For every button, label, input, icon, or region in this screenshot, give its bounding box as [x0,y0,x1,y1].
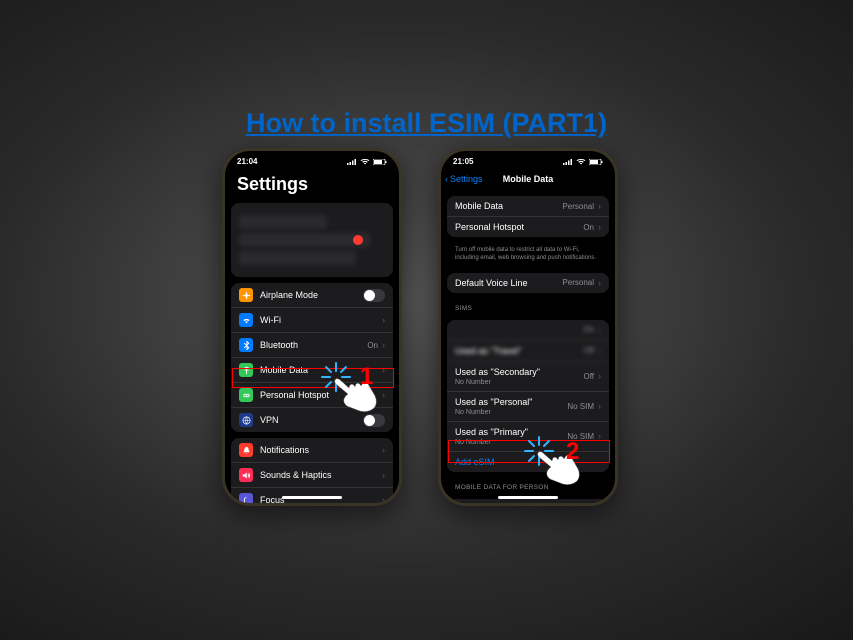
voice-line-row[interactable]: Default Voice Line Personal › [447,273,609,293]
back-label: Settings [450,174,483,184]
step2-number: 2 [566,438,579,466]
chevron-right-icon: › [598,325,601,335]
bluetooth-label: Bluetooth [260,340,367,350]
sim-row[interactable]: Used as "Travel" Off › [447,341,609,362]
sim-value: Off [583,372,594,381]
speaker-icon [239,468,253,482]
usage-section: Current Period 7.9 GB [447,499,609,506]
phone-mockup-step2: 21:05 ‹ Settings Mobile Data Mobile Data… [438,148,618,506]
data-caption: Turn off mobile data to restrict all dat… [447,243,609,267]
chevron-right-icon: › [598,201,601,211]
tutorial-title: How to install ESIM (PART1) [0,108,853,139]
mobile-data-label: Mobile Data [455,201,562,211]
battery-icon [373,159,387,165]
status-indicators [563,159,603,165]
sounds-label: Sounds & Haptics [260,470,382,480]
sim-sub: No Number [455,409,567,416]
moon-icon [239,493,253,506]
wifi-icon [576,159,586,165]
voice-section: Default Voice Line Personal › [447,273,609,293]
mobile-data-row[interactable]: Mobile Data Personal › [447,196,609,217]
chevron-left-icon: ‹ [445,174,448,184]
notification-badge [353,235,363,245]
vpn-label: VPN [260,415,363,425]
chevron-right-icon: › [382,365,385,375]
bluetooth-value: On [367,341,378,350]
battery-icon [589,159,603,165]
account-section-blurred [231,203,393,277]
chevron-right-icon: › [598,371,601,381]
chevron-right-icon: › [382,445,385,455]
phone-notch [272,151,352,165]
chevron-right-icon: › [598,222,601,232]
chevron-right-icon: › [598,346,601,356]
current-period-label: Current Period [455,504,572,506]
status-time: 21:05 [453,157,473,166]
step1-number: 1 [360,363,373,391]
wifi-icon [360,159,370,165]
sim-row[interactable]: Used as "Secondary" No Number Off › [447,362,609,392]
voice-label: Default Voice Line [455,278,562,288]
wifi-row[interactable]: Wi-Fi › [231,308,393,333]
current-period-row[interactable]: Current Period 7.9 GB [447,499,609,506]
chevron-right-icon: › [382,390,385,400]
hotspot-row[interactable]: Personal Hotspot On › [447,217,609,237]
voice-value: Personal [562,278,594,287]
sim-value: No SIM [567,402,594,411]
status-indicators [347,159,387,165]
bluetooth-row[interactable]: Bluetooth On › [231,333,393,358]
sim-label: Used as "Secondary" [455,367,583,377]
airplane-toggle[interactable] [363,289,385,302]
bluetooth-icon [239,338,253,352]
current-period-value: 7.9 GB [572,504,597,506]
wifi-label: Wi-Fi [260,315,378,325]
data-section: Mobile Data Personal › Personal Hotspot … [447,196,609,237]
airplane-mode-row[interactable]: Airplane Mode [231,283,393,308]
nav-bar: ‹ Settings Mobile Data [441,168,615,190]
chevron-right-icon: › [598,431,601,441]
chevron-right-icon: › [382,470,385,480]
home-indicator [282,496,342,499]
sim-label: Used as "Travel" [455,346,583,356]
phone-mockup-step1: 21:04 Settings Airplane Mode [222,148,402,506]
airplane-icon [239,288,253,302]
chevron-right-icon: › [382,340,385,350]
sim-value: Off [583,346,594,355]
notifications-row[interactable]: Notifications › [231,438,393,463]
airplane-label: Airplane Mode [260,290,363,300]
usage-header: MOBILE DATA FOR PERSON [447,478,609,493]
chevron-right-icon: › [598,401,601,411]
wifi-row-icon [239,313,253,327]
sim-row[interactable]: Used as "Personal" No Number No SIM › [447,392,609,422]
sims-header: SIMs [447,299,609,314]
hotspot-icon [239,388,253,402]
back-button[interactable]: ‹ Settings [445,174,483,184]
notifications-label: Notifications [260,445,382,455]
status-time: 21:04 [237,157,257,166]
sim-sub: No Number [455,379,583,386]
hotspot-value: On [583,223,594,232]
chevron-right-icon: › [598,278,601,288]
settings-title: Settings [231,168,393,203]
sounds-row[interactable]: Sounds & Haptics › [231,463,393,488]
home-indicator [498,496,558,499]
sim-row[interactable]: On › [447,320,609,341]
mobile-data-value: Personal [562,202,594,211]
phone-notch [488,151,568,165]
hotspot-label: Personal Hotspot [455,222,583,232]
chevron-right-icon: › [382,495,385,505]
screen-title: Mobile Data [503,174,554,184]
chevron-right-icon: › [382,315,385,325]
bell-icon [239,443,253,457]
vpn-icon [239,413,253,427]
sim-label: Used as "Personal" [455,397,567,407]
sim-value: On [583,325,594,334]
antenna-icon [239,363,253,377]
